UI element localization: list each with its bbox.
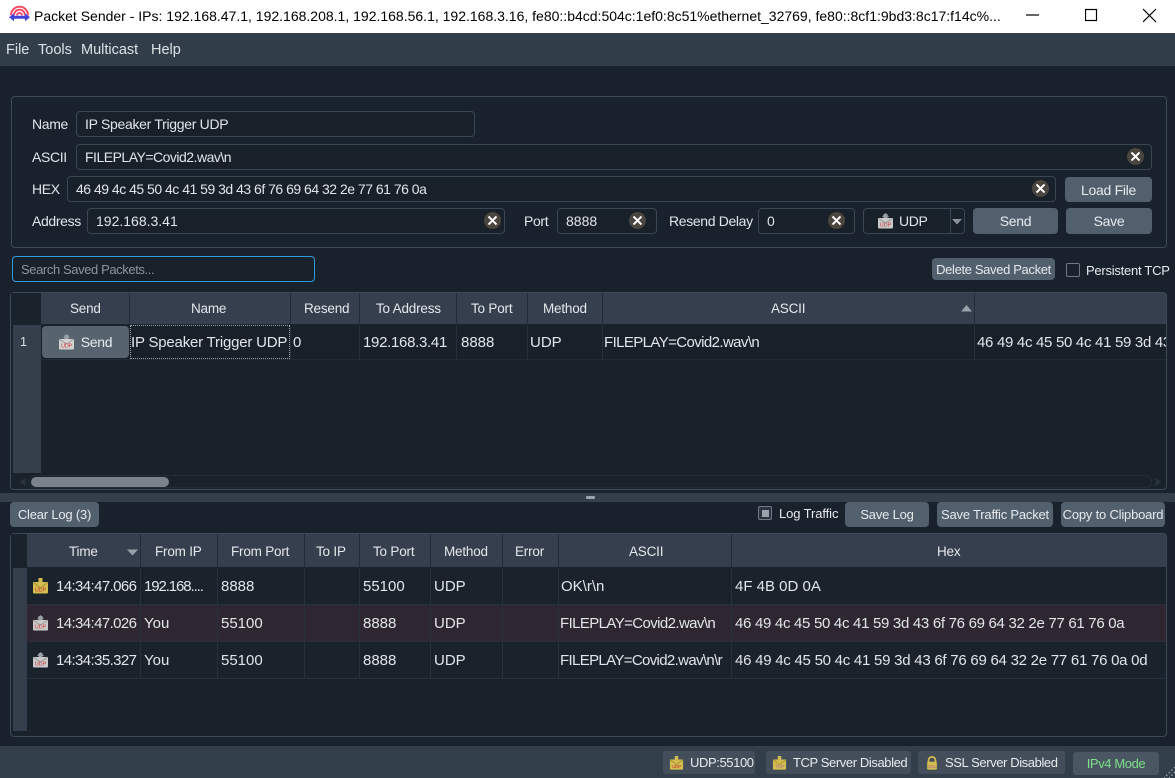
svg-text:UDP: UDP — [35, 588, 47, 594]
svg-text:UDP: UDP — [35, 662, 47, 668]
svg-text:UDP: UDP — [61, 343, 72, 349]
svg-text:SSL: SSL — [928, 763, 937, 769]
svg-text:UDP: UDP — [35, 625, 47, 631]
svg-text:TCP: TCP — [775, 763, 784, 769]
svg-text:UDP: UDP — [672, 763, 681, 769]
svg-text:UDP: UDP — [880, 223, 892, 229]
